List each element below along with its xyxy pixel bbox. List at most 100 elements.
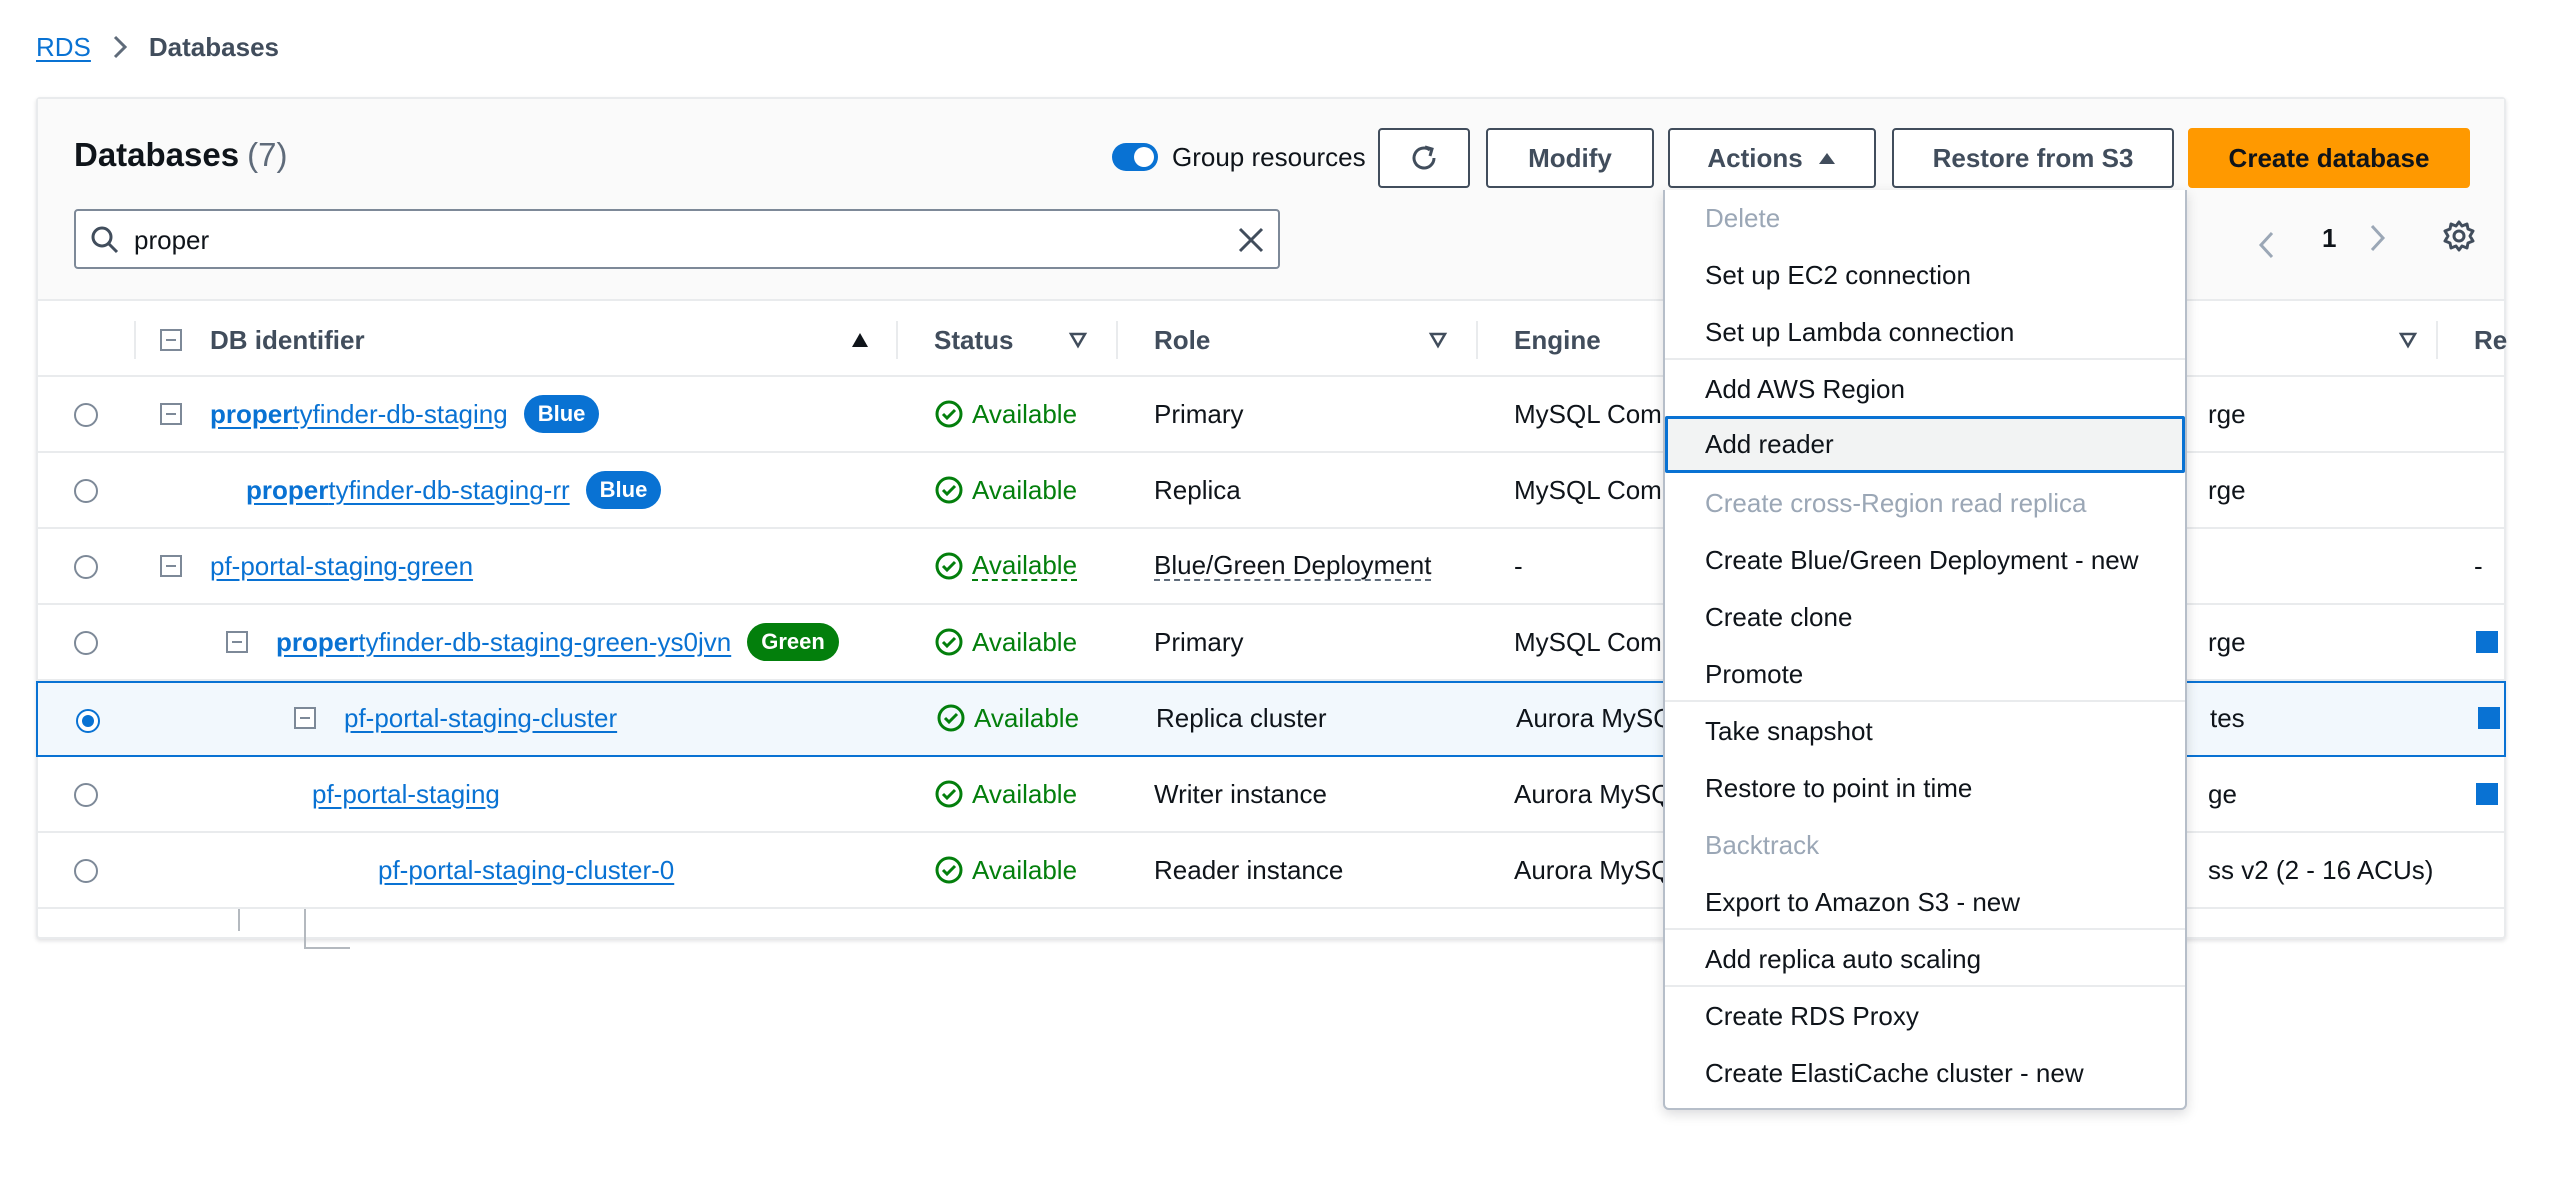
sort-icon[interactable] <box>850 331 870 349</box>
restore-from-s3-button[interactable]: Restore from S3 <box>1892 128 2174 188</box>
menu-item-delete: Delete <box>1705 203 1781 233</box>
row-radio[interactable] <box>74 631 98 655</box>
check-circle-icon <box>937 704 965 732</box>
size-cell: ss v2 (2 - 16 ACUs) <box>2208 854 2434 885</box>
region-square-icon <box>2478 707 2500 729</box>
size-cell: rge <box>2208 626 2246 657</box>
chevron-right-icon[interactable] <box>2368 223 2388 253</box>
menu-divider <box>1665 700 2185 702</box>
menu-item-replica-auto-scaling[interactable]: Add replica auto scaling <box>1665 931 2185 988</box>
page-number[interactable]: 1 <box>2322 223 2336 254</box>
tree-collapse-icon[interactable] <box>160 555 182 577</box>
column-divider <box>896 321 898 359</box>
menu-item-take-snapshot[interactable]: Take snapshot <box>1665 703 2185 760</box>
page-title: Databases (7) <box>74 136 287 174</box>
column-divider <box>1116 321 1118 359</box>
menu-item-create-rds-proxy[interactable]: Create RDS Proxy <box>1665 988 2185 1045</box>
db-identifier-link[interactable]: pf-portal-staging <box>312 779 500 810</box>
actions-button[interactable]: Actions <box>1668 128 1876 188</box>
role-cell: Writer instance <box>1154 778 1327 809</box>
size-cell: rge <box>2208 474 2246 505</box>
menu-item-create-clone[interactable]: Create clone <box>1665 589 2185 646</box>
row-radio-selected[interactable] <box>76 709 100 733</box>
db-identifier-link[interactable]: propertyfinder-db-staging-green-ys0jvn <box>276 627 731 658</box>
check-circle-icon <box>935 476 963 504</box>
role-cell: Replica cluster <box>1156 702 1327 733</box>
tree-collapse-icon[interactable] <box>294 707 316 729</box>
close-icon[interactable] <box>1236 225 1266 255</box>
tree-line <box>304 947 350 949</box>
status-badge: Available <box>934 529 1078 603</box>
search-value: proper <box>134 225 210 255</box>
db-identifier-link[interactable]: pf-portal-staging-cluster-0 <box>378 855 674 886</box>
size-cell: tes <box>2210 702 2245 733</box>
status-badge: Available <box>934 833 1077 907</box>
modify-button[interactable]: Modify <box>1486 128 1654 188</box>
row-radio[interactable] <box>74 403 98 427</box>
tree-collapse-icon[interactable] <box>160 403 182 425</box>
engine-cell: Aurora MySQ <box>1514 778 1672 809</box>
menu-item-add-aws-region[interactable]: Add AWS Region <box>1665 361 2185 418</box>
sort-icon[interactable] <box>1068 331 1088 349</box>
region-square-icon <box>2476 783 2498 805</box>
breadcrumb-rds-link[interactable]: RDS <box>36 32 91 63</box>
size-cell: rge <box>2208 398 2246 429</box>
menu-item-export-s3[interactable]: Export to Amazon S3 - new <box>1665 874 2185 931</box>
search-icon <box>91 226 119 254</box>
role-cell: Primary <box>1154 398 1244 429</box>
menu-item-create-elasticache[interactable]: Create ElastiCache cluster - new <box>1665 1045 2185 1102</box>
tree-collapse-icon[interactable] <box>226 631 248 653</box>
sort-icon[interactable] <box>2398 331 2418 349</box>
column-header-role[interactable]: Role <box>1154 303 1210 377</box>
check-circle-icon <box>935 400 963 428</box>
settings-icon[interactable] <box>2442 219 2476 253</box>
group-resources-toggle[interactable]: Group resources <box>1112 139 1366 175</box>
menu-item-restore-point-in-time[interactable]: Restore to point in time <box>1665 760 2185 817</box>
engine-cell: MySQL Comm <box>1514 626 1684 657</box>
chevron-left-icon[interactable] <box>2256 223 2276 267</box>
column-header-identifier[interactable]: DB identifier <box>210 303 365 377</box>
engine-cell: Aurora MySQ <box>1514 854 1672 885</box>
engine-cell: MySQL Comm <box>1514 398 1684 429</box>
menu-divider <box>1665 358 2185 360</box>
chevron-right-icon <box>111 34 129 60</box>
caret-up-icon <box>1818 153 1835 164</box>
menu-item-backtrack: Backtrack <box>1705 830 1820 860</box>
refresh-button[interactable] <box>1378 128 1470 188</box>
actions-label: Actions <box>1707 142 1803 173</box>
sort-icon[interactable] <box>1428 331 1448 349</box>
column-header-status[interactable]: Status <box>934 303 1013 377</box>
search-input[interactable]: proper <box>74 209 1280 269</box>
db-identifier-link[interactable]: propertyfinder-db-staging-rr <box>246 475 570 506</box>
row-radio[interactable] <box>74 479 98 503</box>
column-header-region[interactable]: Re <box>2474 303 2507 377</box>
menu-item-setup-lambda[interactable]: Set up Lambda connection <box>1665 304 2185 361</box>
badge-blue: Blue <box>585 471 662 509</box>
check-circle-icon <box>935 552 963 580</box>
tree-collapse-icon[interactable] <box>160 329 182 351</box>
db-identifier-link[interactable]: propertyfinder-db-staging <box>210 399 508 430</box>
status-badge: Available <box>934 453 1077 527</box>
size-cell: ge <box>2208 778 2237 809</box>
row-radio[interactable] <box>74 555 98 579</box>
toggle-switch[interactable] <box>1112 143 1158 171</box>
role-cell: Reader instance <box>1154 854 1344 885</box>
row-radio[interactable] <box>74 859 98 883</box>
menu-item-promote[interactable]: Promote <box>1665 646 2185 703</box>
badge-blue: Blue <box>523 395 600 433</box>
column-divider <box>1476 321 1478 359</box>
check-circle-icon <box>935 856 963 884</box>
menu-item-blue-green[interactable]: Create Blue/Green Deployment - new <box>1665 532 2185 589</box>
column-header-engine[interactable]: Engine <box>1514 303 1601 377</box>
row-radio[interactable] <box>74 783 98 807</box>
column-divider <box>134 321 136 359</box>
db-identifier-link[interactable]: pf-portal-staging-green <box>210 551 473 582</box>
menu-item-setup-ec2[interactable]: Set up EC2 connection <box>1665 247 2185 304</box>
menu-divider <box>1665 928 2185 930</box>
db-identifier-link[interactable]: pf-portal-staging-cluster <box>344 703 617 734</box>
menu-item-add-reader[interactable]: Add reader <box>1665 416 2185 473</box>
create-database-button[interactable]: Create database <box>2188 128 2470 188</box>
status-badge: Available <box>934 377 1077 451</box>
menu-divider <box>1665 985 2185 987</box>
role-cell[interactable]: Blue/Green Deployment <box>1154 551 1432 581</box>
